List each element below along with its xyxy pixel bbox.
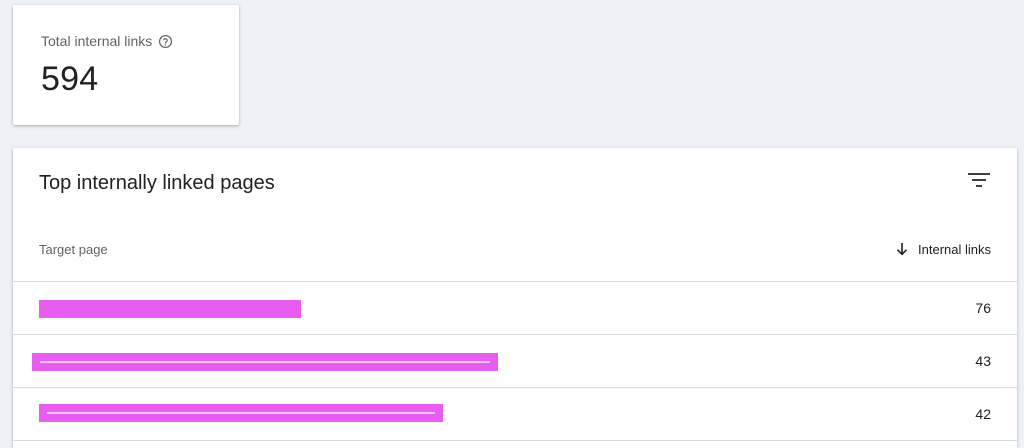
card-title: Top internally linked pages: [39, 172, 275, 194]
summary-label-row: Total internal links: [41, 33, 239, 49]
table-header-row: Target page Internal links: [13, 218, 1017, 282]
summary-value: 594: [41, 60, 99, 98]
table-row[interactable]: 76: [13, 282, 1017, 335]
filter-button[interactable]: [967, 170, 991, 194]
help-circle-icon[interactable]: [158, 34, 173, 49]
card-header: Top internally linked pages: [13, 148, 1017, 218]
filter-list-icon: [968, 172, 990, 193]
row-internal-links: 42: [975, 406, 991, 422]
row-internal-links: 43: [975, 353, 991, 369]
total-internal-links-card: Total internal links 594: [13, 5, 239, 125]
table-row[interactable]: 42: [13, 388, 1017, 441]
table-row[interactable]: 43: [13, 335, 1017, 388]
arrow-down-icon: [894, 241, 910, 257]
redacted-target-page[interactable]: [39, 404, 443, 422]
redacted-target-page[interactable]: [39, 300, 301, 318]
column-header-internal-links-label: Internal links: [918, 241, 991, 257]
column-header-target-page[interactable]: Target page: [39, 242, 108, 257]
redacted-target-page[interactable]: [32, 353, 498, 371]
column-header-internal-links[interactable]: Internal links: [894, 241, 991, 257]
row-internal-links: 76: [975, 300, 991, 316]
top-linked-pages-card: Top internally linked pages Target page …: [13, 148, 1017, 448]
summary-label: Total internal links: [41, 33, 153, 49]
